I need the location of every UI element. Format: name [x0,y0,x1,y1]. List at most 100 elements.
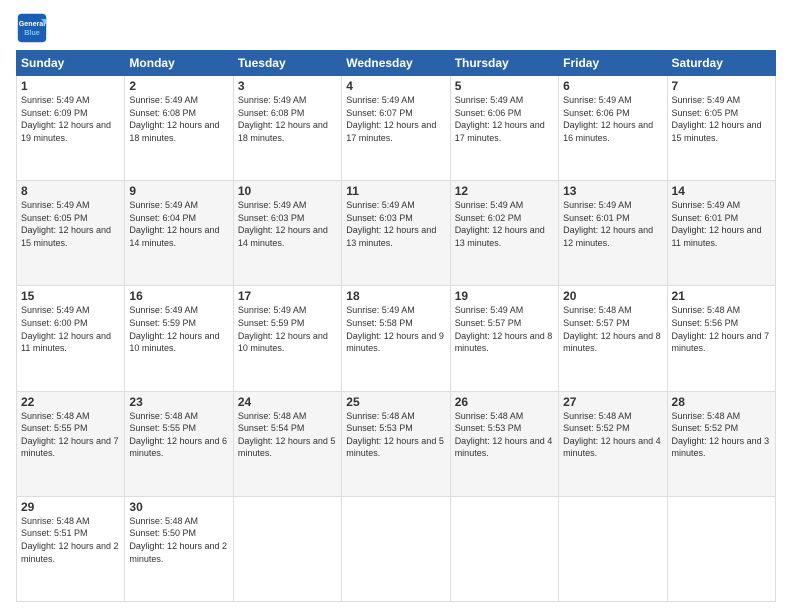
day-header-tuesday: Tuesday [233,51,341,76]
day-info: Sunrise: 5:48 AMSunset: 5:57 PMDaylight:… [563,304,662,354]
day-info: Sunrise: 5:48 AMSunset: 5:56 PMDaylight:… [672,304,771,354]
calendar-cell: 22Sunrise: 5:48 AMSunset: 5:55 PMDayligh… [17,391,125,496]
day-info: Sunrise: 5:49 AMSunset: 5:59 PMDaylight:… [238,304,337,354]
calendar-cell: 11Sunrise: 5:49 AMSunset: 6:03 PMDayligh… [342,181,450,286]
day-header-saturday: Saturday [667,51,775,76]
day-number: 7 [672,79,771,93]
calendar-cell: 18Sunrise: 5:49 AMSunset: 5:58 PMDayligh… [342,286,450,391]
calendar-cell: 2Sunrise: 5:49 AMSunset: 6:08 PMDaylight… [125,76,233,181]
calendar-cell [667,496,775,601]
day-info: Sunrise: 5:48 AMSunset: 5:53 PMDaylight:… [455,410,554,460]
day-info: Sunrise: 5:49 AMSunset: 6:01 PMDaylight:… [563,199,662,249]
day-info: Sunrise: 5:49 AMSunset: 6:06 PMDaylight:… [563,94,662,144]
day-info: Sunrise: 5:49 AMSunset: 6:09 PMDaylight:… [21,94,120,144]
calendar-cell: 28Sunrise: 5:48 AMSunset: 5:52 PMDayligh… [667,391,775,496]
calendar-cell: 6Sunrise: 5:49 AMSunset: 6:06 PMDaylight… [559,76,667,181]
logo: General Blue [16,12,52,44]
day-number: 11 [346,184,445,198]
day-number: 30 [129,500,228,514]
day-number: 19 [455,289,554,303]
day-number: 15 [21,289,120,303]
calendar-cell: 12Sunrise: 5:49 AMSunset: 6:02 PMDayligh… [450,181,558,286]
day-number: 4 [346,79,445,93]
day-info: Sunrise: 5:48 AMSunset: 5:51 PMDaylight:… [21,515,120,565]
day-number: 24 [238,395,337,409]
day-number: 9 [129,184,228,198]
calendar-cell: 1Sunrise: 5:49 AMSunset: 6:09 PMDaylight… [17,76,125,181]
day-info: Sunrise: 5:49 AMSunset: 6:05 PMDaylight:… [672,94,771,144]
day-number: 1 [21,79,120,93]
day-number: 5 [455,79,554,93]
day-number: 20 [563,289,662,303]
calendar-cell: 24Sunrise: 5:48 AMSunset: 5:54 PMDayligh… [233,391,341,496]
day-number: 26 [455,395,554,409]
calendar-week-5: 29Sunrise: 5:48 AMSunset: 5:51 PMDayligh… [17,496,776,601]
calendar-week-3: 15Sunrise: 5:49 AMSunset: 6:00 PMDayligh… [17,286,776,391]
calendar-week-1: 1Sunrise: 5:49 AMSunset: 6:09 PMDaylight… [17,76,776,181]
calendar-cell: 20Sunrise: 5:48 AMSunset: 5:57 PMDayligh… [559,286,667,391]
day-info: Sunrise: 5:48 AMSunset: 5:55 PMDaylight:… [21,410,120,460]
calendar-cell: 13Sunrise: 5:49 AMSunset: 6:01 PMDayligh… [559,181,667,286]
calendar-cell: 4Sunrise: 5:49 AMSunset: 6:07 PMDaylight… [342,76,450,181]
day-number: 10 [238,184,337,198]
day-number: 8 [21,184,120,198]
day-info: Sunrise: 5:49 AMSunset: 6:05 PMDaylight:… [21,199,120,249]
day-number: 13 [563,184,662,198]
day-info: Sunrise: 5:48 AMSunset: 5:54 PMDaylight:… [238,410,337,460]
calendar-cell: 25Sunrise: 5:48 AMSunset: 5:53 PMDayligh… [342,391,450,496]
day-info: Sunrise: 5:49 AMSunset: 6:03 PMDaylight:… [238,199,337,249]
page: General Blue SundayMondayTuesdayWednesda… [0,0,792,612]
day-info: Sunrise: 5:48 AMSunset: 5:52 PMDaylight:… [672,410,771,460]
day-header-thursday: Thursday [450,51,558,76]
day-info: Sunrise: 5:49 AMSunset: 6:08 PMDaylight:… [238,94,337,144]
day-number: 28 [672,395,771,409]
calendar-cell: 5Sunrise: 5:49 AMSunset: 6:06 PMDaylight… [450,76,558,181]
calendar-cell: 26Sunrise: 5:48 AMSunset: 5:53 PMDayligh… [450,391,558,496]
svg-text:General: General [19,20,46,28]
logo-icon: General Blue [16,12,48,44]
day-header-monday: Monday [125,51,233,76]
day-info: Sunrise: 5:48 AMSunset: 5:55 PMDaylight:… [129,410,228,460]
day-info: Sunrise: 5:49 AMSunset: 6:06 PMDaylight:… [455,94,554,144]
calendar-cell: 27Sunrise: 5:48 AMSunset: 5:52 PMDayligh… [559,391,667,496]
calendar-cell [559,496,667,601]
day-info: Sunrise: 5:48 AMSunset: 5:50 PMDaylight:… [129,515,228,565]
day-number: 3 [238,79,337,93]
day-number: 21 [672,289,771,303]
calendar-week-4: 22Sunrise: 5:48 AMSunset: 5:55 PMDayligh… [17,391,776,496]
day-number: 25 [346,395,445,409]
calendar-cell: 21Sunrise: 5:48 AMSunset: 5:56 PMDayligh… [667,286,775,391]
day-number: 27 [563,395,662,409]
calendar-cell: 30Sunrise: 5:48 AMSunset: 5:50 PMDayligh… [125,496,233,601]
day-header-friday: Friday [559,51,667,76]
day-info: Sunrise: 5:49 AMSunset: 5:57 PMDaylight:… [455,304,554,354]
svg-text:Blue: Blue [24,29,39,37]
day-info: Sunrise: 5:48 AMSunset: 5:52 PMDaylight:… [563,410,662,460]
day-number: 17 [238,289,337,303]
day-info: Sunrise: 5:49 AMSunset: 6:08 PMDaylight:… [129,94,228,144]
day-header-sunday: Sunday [17,51,125,76]
day-number: 12 [455,184,554,198]
day-info: Sunrise: 5:49 AMSunset: 6:01 PMDaylight:… [672,199,771,249]
day-number: 2 [129,79,228,93]
calendar-cell [450,496,558,601]
calendar-cell: 8Sunrise: 5:49 AMSunset: 6:05 PMDaylight… [17,181,125,286]
calendar-cell: 9Sunrise: 5:49 AMSunset: 6:04 PMDaylight… [125,181,233,286]
day-number: 6 [563,79,662,93]
calendar-cell [342,496,450,601]
day-info: Sunrise: 5:49 AMSunset: 6:03 PMDaylight:… [346,199,445,249]
calendar-table: SundayMondayTuesdayWednesdayThursdayFrid… [16,50,776,602]
calendar-cell: 16Sunrise: 5:49 AMSunset: 5:59 PMDayligh… [125,286,233,391]
day-info: Sunrise: 5:48 AMSunset: 5:53 PMDaylight:… [346,410,445,460]
calendar-cell: 23Sunrise: 5:48 AMSunset: 5:55 PMDayligh… [125,391,233,496]
calendar-cell [233,496,341,601]
calendar-cell: 14Sunrise: 5:49 AMSunset: 6:01 PMDayligh… [667,181,775,286]
calendar-header-row: SundayMondayTuesdayWednesdayThursdayFrid… [17,51,776,76]
day-info: Sunrise: 5:49 AMSunset: 6:02 PMDaylight:… [455,199,554,249]
day-number: 14 [672,184,771,198]
calendar-week-2: 8Sunrise: 5:49 AMSunset: 6:05 PMDaylight… [17,181,776,286]
calendar-cell: 7Sunrise: 5:49 AMSunset: 6:05 PMDaylight… [667,76,775,181]
calendar-cell: 29Sunrise: 5:48 AMSunset: 5:51 PMDayligh… [17,496,125,601]
calendar-cell: 3Sunrise: 5:49 AMSunset: 6:08 PMDaylight… [233,76,341,181]
calendar-cell: 17Sunrise: 5:49 AMSunset: 5:59 PMDayligh… [233,286,341,391]
